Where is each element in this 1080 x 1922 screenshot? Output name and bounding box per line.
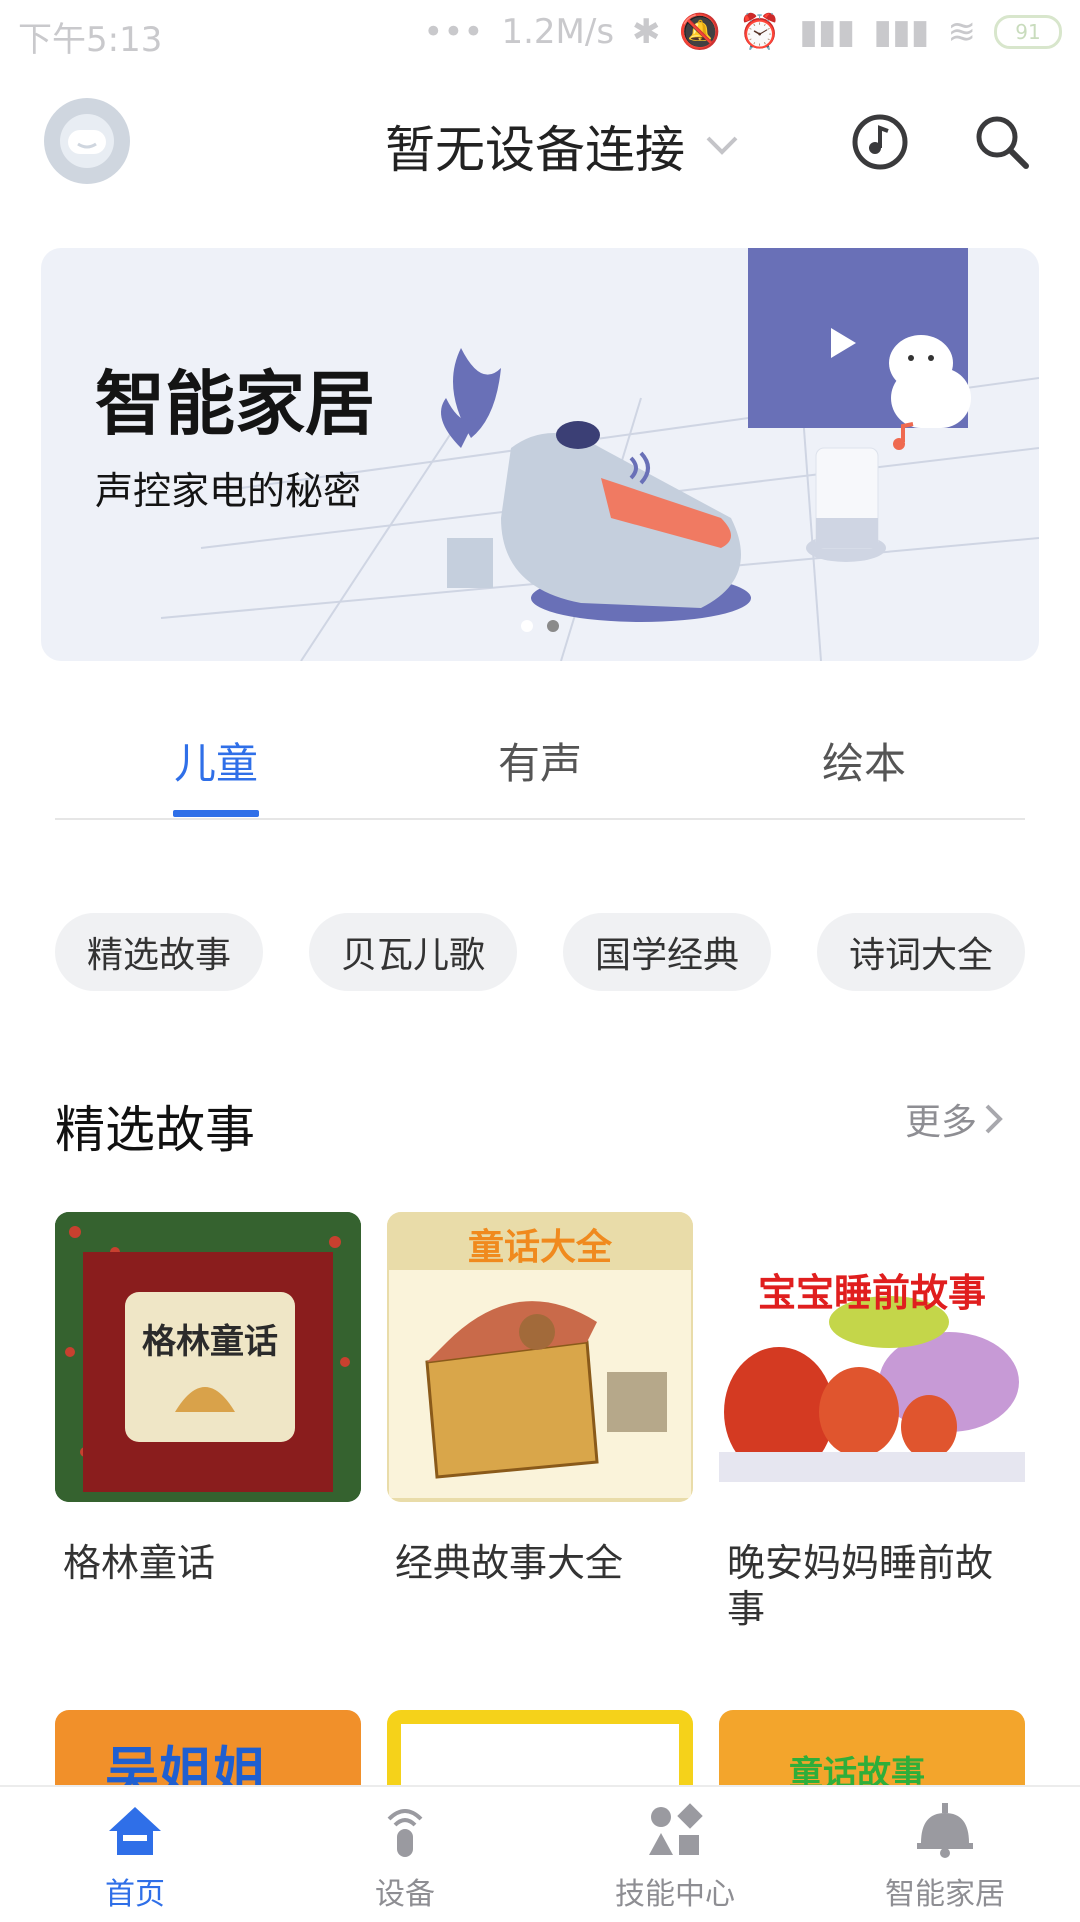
story-cards-row2: 吴姐姐 童话故事 [55, 1710, 1025, 1786]
device-icon [387, 1809, 423, 1857]
banner-subtitle: 声控家电的秘密 [95, 469, 362, 513]
chevron-down-icon [706, 136, 738, 155]
card-cover-text: 宝宝睡前故事 [757, 1271, 986, 1315]
nav-skills-label: 技能中心 [615, 1877, 735, 1912]
device-selector[interactable]: 暂无设备连接 [385, 110, 739, 182]
signal-icon-2: ▮▮▮ [873, 12, 930, 52]
active-tab-indicator [173, 810, 259, 817]
nav-smart-home[interactable]: 智能家居 [845, 1803, 1045, 1913]
search-icon [976, 116, 1029, 169]
banner-pagination [521, 620, 559, 632]
chip-poems[interactable]: 诗词大全 [817, 913, 1025, 991]
status-bar: 下午5:13 ••• 1.2M/s ✱ 🔕 ⏰ ▮▮▮ ▮▮▮ ≋ 91 [0, 0, 1080, 66]
card-title: 晚安妈妈睡前故事 [727, 1541, 994, 1631]
robot-avatar-icon [60, 114, 114, 168]
card-cover: 宝宝睡前故事 [719, 1212, 1025, 1502]
top-header: 暂无设备连接 [0, 90, 1080, 200]
story-card[interactable]: 童话大全 经典故事大全 [387, 1212, 693, 1586]
banner-title: 智能家居 [95, 363, 375, 445]
pagination-dot-active[interactable] [547, 620, 559, 632]
more-link[interactable]: 更多 [905, 1093, 1005, 1145]
nav-home[interactable]: 首页 [35, 1803, 235, 1913]
avatar[interactable] [44, 98, 130, 184]
pagination-dot[interactable] [521, 620, 533, 632]
category-tabs: 儿童 有声 绘本 [55, 730, 1025, 820]
more-label: 更多 [905, 1102, 978, 1143]
card-cover-text: 童话大全 [467, 1227, 612, 1268]
story-card[interactable] [387, 1710, 693, 1786]
tab-audio[interactable]: 有声 [440, 730, 640, 791]
smart-home-icon [917, 1803, 973, 1858]
network-speed: 1.2M/s [501, 12, 615, 52]
card-title: 格林童话 [63, 1541, 216, 1585]
card-cover: 童话大全 [387, 1212, 693, 1502]
chevron-right-icon [985, 1104, 1003, 1134]
status-time: 下午5:13 [18, 20, 163, 60]
nav-skills[interactable]: 技能中心 [575, 1803, 775, 1913]
card-cover-inner [401, 1724, 679, 1786]
chip-classics[interactable]: 国学经典 [563, 913, 771, 991]
bluetooth-icon: ✱ [632, 12, 661, 52]
device-status-label: 暂无设备连接 [385, 121, 685, 179]
card-cover-text: 格林童话 [142, 1322, 278, 1362]
subcategory-chips: 精选故事 贝瓦儿歌 国学经典 诗词大全 [55, 913, 1025, 991]
story-card[interactable]: 童话故事 [719, 1710, 1025, 1786]
wifi-icon: ≋ [947, 12, 977, 52]
search-button[interactable] [972, 112, 1032, 176]
section-title: 精选故事 [55, 1101, 255, 1159]
card-title: 经典故事大全 [395, 1541, 624, 1585]
home-icon [109, 1807, 161, 1855]
signal-icon: ▮▮▮ [799, 12, 856, 52]
chip-selected-stories[interactable]: 精选故事 [55, 913, 263, 991]
music-note-icon [852, 114, 908, 170]
chip-beva-songs[interactable]: 贝瓦儿歌 [309, 913, 517, 991]
nav-device[interactable]: 设备 [305, 1803, 505, 1913]
story-card[interactable]: 吴姐姐 [55, 1710, 361, 1786]
more-dots-icon: ••• [423, 12, 484, 52]
story-card[interactable]: 格林童话 格林童话 [55, 1212, 361, 1586]
alarm-icon: ⏰ [738, 12, 782, 52]
card-cover-text: 童话故事 [789, 1754, 925, 1786]
nav-device-label: 设备 [375, 1877, 435, 1912]
card-cover-text: 吴姐姐 [105, 1741, 267, 1786]
battery-indicator: 91 [994, 15, 1062, 49]
nav-home-label: 首页 [105, 1877, 165, 1912]
music-button[interactable] [850, 112, 910, 176]
card-cover: 格林童话 [55, 1212, 361, 1502]
bottom-navigation: 首页 设备 技能中心 智能家居 [0, 1785, 1080, 1922]
squirrel-cover-art [719, 1212, 1025, 1502]
story-card[interactable]: 宝宝睡前故事 晚安妈妈睡前故事 [719, 1212, 1025, 1632]
nav-smart-home-label: 智能家居 [885, 1877, 1005, 1912]
tab-picture-books[interactable]: 绘本 [764, 730, 964, 791]
tab-children[interactable]: 儿童 [116, 730, 316, 791]
banner-illustration [160, 248, 1039, 661]
skills-icon [649, 1803, 703, 1855]
promo-banner[interactable]: 智能家居 声控家电的秘密 [41, 248, 1039, 661]
mute-icon: 🔕 [678, 12, 721, 52]
